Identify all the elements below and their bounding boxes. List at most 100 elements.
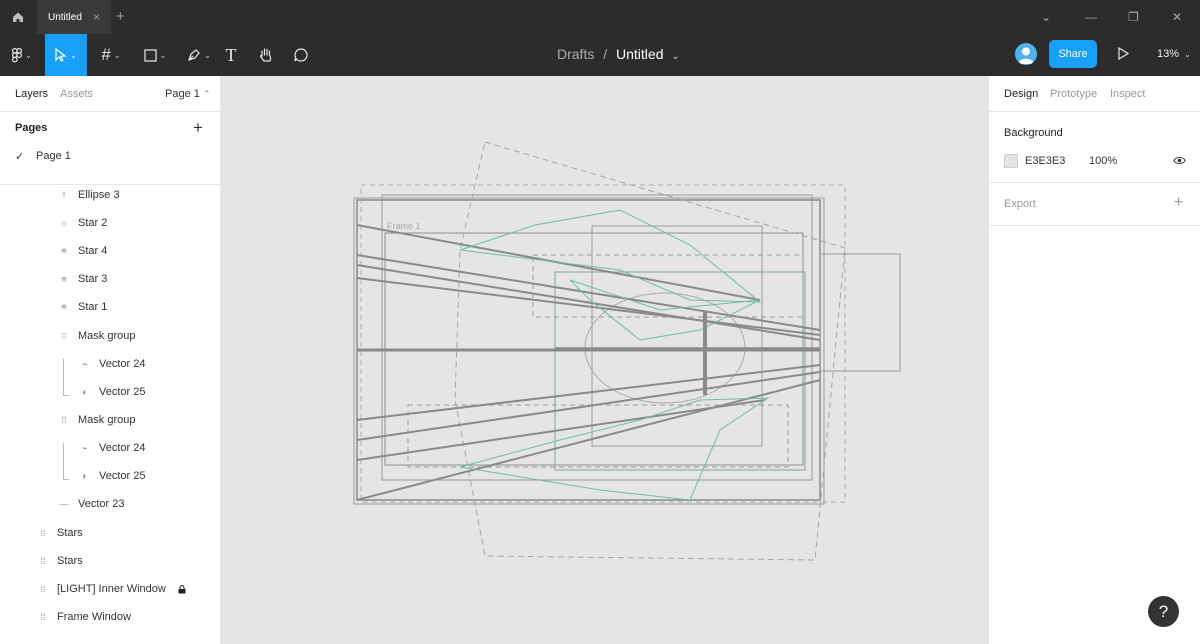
layer-row[interactable]: ⁞⁞ Mask group xyxy=(58,410,135,430)
frame-icon: # xyxy=(101,45,111,64)
home-icon xyxy=(13,12,23,22)
lock-icon[interactable] xyxy=(178,584,186,594)
main-menu-button[interactable]: ⌄ xyxy=(0,34,44,76)
frame-label[interactable]: Frame 1 xyxy=(387,221,421,231)
breadcrumb-project[interactable]: Drafts xyxy=(557,46,594,62)
mask-connector xyxy=(63,359,69,396)
home-button[interactable] xyxy=(0,0,36,34)
layer-row[interactable]: ⁞⁞ Stars xyxy=(37,523,82,543)
chevron-down-icon: ⌄ xyxy=(113,50,121,60)
group-layer-icon: ⁞⁞ xyxy=(61,415,67,425)
frame-tool-button[interactable]: # ⌄ xyxy=(90,34,132,76)
chevron-down-icon[interactable]: ⌄ xyxy=(671,51,679,62)
add-export-button[interactable]: + xyxy=(1174,194,1183,212)
minimize-button[interactable]: — xyxy=(1085,10,1097,24)
layer-label: [LIGHT] Inner Window xyxy=(57,583,166,595)
chevron-down-icon: ⌄ xyxy=(204,50,211,60)
page-selector[interactable]: Page 1 ⌃ xyxy=(165,88,210,100)
hand-tool-button[interactable] xyxy=(253,34,279,76)
vector-line xyxy=(356,264,821,341)
hand-icon xyxy=(259,48,272,62)
tab-assets[interactable]: Assets xyxy=(60,88,93,100)
comment-tool-button[interactable] xyxy=(288,34,314,76)
frame-outline xyxy=(819,253,901,372)
new-tab-button[interactable]: + xyxy=(116,8,125,25)
share-button[interactable]: Share xyxy=(1049,40,1097,68)
layer-row[interactable]: ! Ellipse 3 xyxy=(58,185,120,205)
layer-label: Frame Window xyxy=(57,611,131,623)
layer-label: Vector 25 xyxy=(99,470,146,482)
tab-inspect[interactable]: Inspect xyxy=(1110,88,1145,100)
present-button[interactable] xyxy=(1118,46,1130,63)
page-selector-label: Page 1 xyxy=(165,88,200,100)
eye-icon[interactable] xyxy=(1173,156,1186,165)
check-icon: ✓ xyxy=(15,150,25,163)
star-layer-icon: ✳ xyxy=(60,273,68,284)
layer-label: Star 3 xyxy=(78,273,108,285)
shape-tool-button[interactable]: ⌄ xyxy=(134,34,176,76)
text-tool-button[interactable]: T xyxy=(218,34,244,76)
chevron-down-icon[interactable]: ⌄ xyxy=(1041,10,1051,24)
mask-connector xyxy=(63,443,69,480)
close-tab-icon[interactable]: × xyxy=(93,10,100,24)
zoom-level: 13% xyxy=(1157,48,1180,60)
window-close-button[interactable]: ✕ xyxy=(1172,10,1182,24)
background-opacity-input[interactable]: 100% xyxy=(1089,155,1117,167)
layer-row[interactable]: ⁞⁞ [LIGHT] Inner Window xyxy=(37,579,186,599)
layer-row[interactable]: ⁞⁞ Mask group xyxy=(58,326,135,346)
layer-label: Mask group xyxy=(78,414,136,426)
chevron-up-icon: ⌃ xyxy=(202,89,211,99)
page-item[interactable]: ✓ Page 1 xyxy=(15,146,71,166)
background-heading: Background xyxy=(1004,127,1063,139)
vector-layer-icon: — xyxy=(59,499,69,509)
chevron-down-icon: ⌄ xyxy=(25,50,32,60)
layer-row[interactable]: ◐ Vector 25 xyxy=(79,382,145,402)
layer-row[interactable]: ✳ Star 4 xyxy=(58,241,107,261)
layer-row[interactable]: ✳ Star 1 xyxy=(58,297,107,317)
text-icon: T xyxy=(225,44,237,65)
layer-label: Vector 23 xyxy=(78,498,125,510)
file-tab[interactable]: Untitled × xyxy=(37,0,111,34)
mask-layer-icon: ◐ xyxy=(82,471,88,481)
comment-icon xyxy=(294,48,308,62)
layer-row[interactable]: ⌁ Vector 24 xyxy=(79,354,145,374)
canvas[interactable]: Frame 1 xyxy=(221,76,988,644)
mask-layer-icon: ◐ xyxy=(82,387,88,397)
avatar[interactable] xyxy=(1015,43,1037,65)
vector-layer-icon: ⌁ xyxy=(82,358,88,369)
breadcrumb-separator: / xyxy=(603,46,608,62)
tab-prototype[interactable]: Prototype xyxy=(1050,88,1097,100)
tab-layers[interactable]: Layers xyxy=(15,88,48,100)
background-hex-input[interactable]: E3E3E3 xyxy=(1025,155,1065,167)
layers-panel: Layers Assets Page 1 ⌃ Pages + ✓ Page 1 … xyxy=(0,76,221,644)
background-color-swatch[interactable] xyxy=(1004,154,1018,168)
breadcrumb-file-name[interactable]: Untitled xyxy=(616,46,663,62)
layer-row[interactable]: ⌁ Vector 24 xyxy=(79,438,145,458)
restore-button[interactable]: ❐ xyxy=(1128,10,1139,24)
vector-line xyxy=(356,379,821,501)
user-icon xyxy=(1018,47,1034,64)
cursor-icon xyxy=(55,48,67,62)
figma-logo-icon xyxy=(12,47,23,62)
layer-row[interactable]: ☼ Star 2 xyxy=(58,213,107,233)
star-layer-icon: ☼ xyxy=(59,218,69,228)
layer-row[interactable]: ⁞⁞ Stars xyxy=(37,551,82,571)
layer-label: Vector 25 xyxy=(99,386,146,398)
divider xyxy=(989,182,1200,183)
title-bar: Untitled × + ⌄ — ❐ ✕ xyxy=(0,0,1200,34)
group-layer-icon: ⁞⁞ xyxy=(40,528,46,538)
help-button[interactable]: ? xyxy=(1148,596,1179,627)
chevron-down-icon: ⌄ xyxy=(70,50,77,60)
add-page-button[interactable]: + xyxy=(193,118,203,138)
tab-design[interactable]: Design xyxy=(1004,88,1038,100)
layer-row[interactable]: ✳ Star 3 xyxy=(58,269,107,289)
layer-label: Vector 24 xyxy=(99,442,146,454)
layer-row[interactable]: ◐ Vector 25 xyxy=(79,466,145,486)
group-layer-icon: ⁞⁞ xyxy=(61,331,67,341)
pen-tool-button[interactable]: ⌄ xyxy=(178,34,220,76)
layer-row[interactable]: — Vector 23 xyxy=(58,494,125,514)
zoom-dropdown[interactable]: 13% ⌄ xyxy=(1157,48,1191,60)
layer-row[interactable]: ⁞⁞ Frame Window xyxy=(37,607,131,627)
vector-line xyxy=(356,371,821,441)
move-tool-button[interactable]: ⌄ xyxy=(45,34,87,76)
